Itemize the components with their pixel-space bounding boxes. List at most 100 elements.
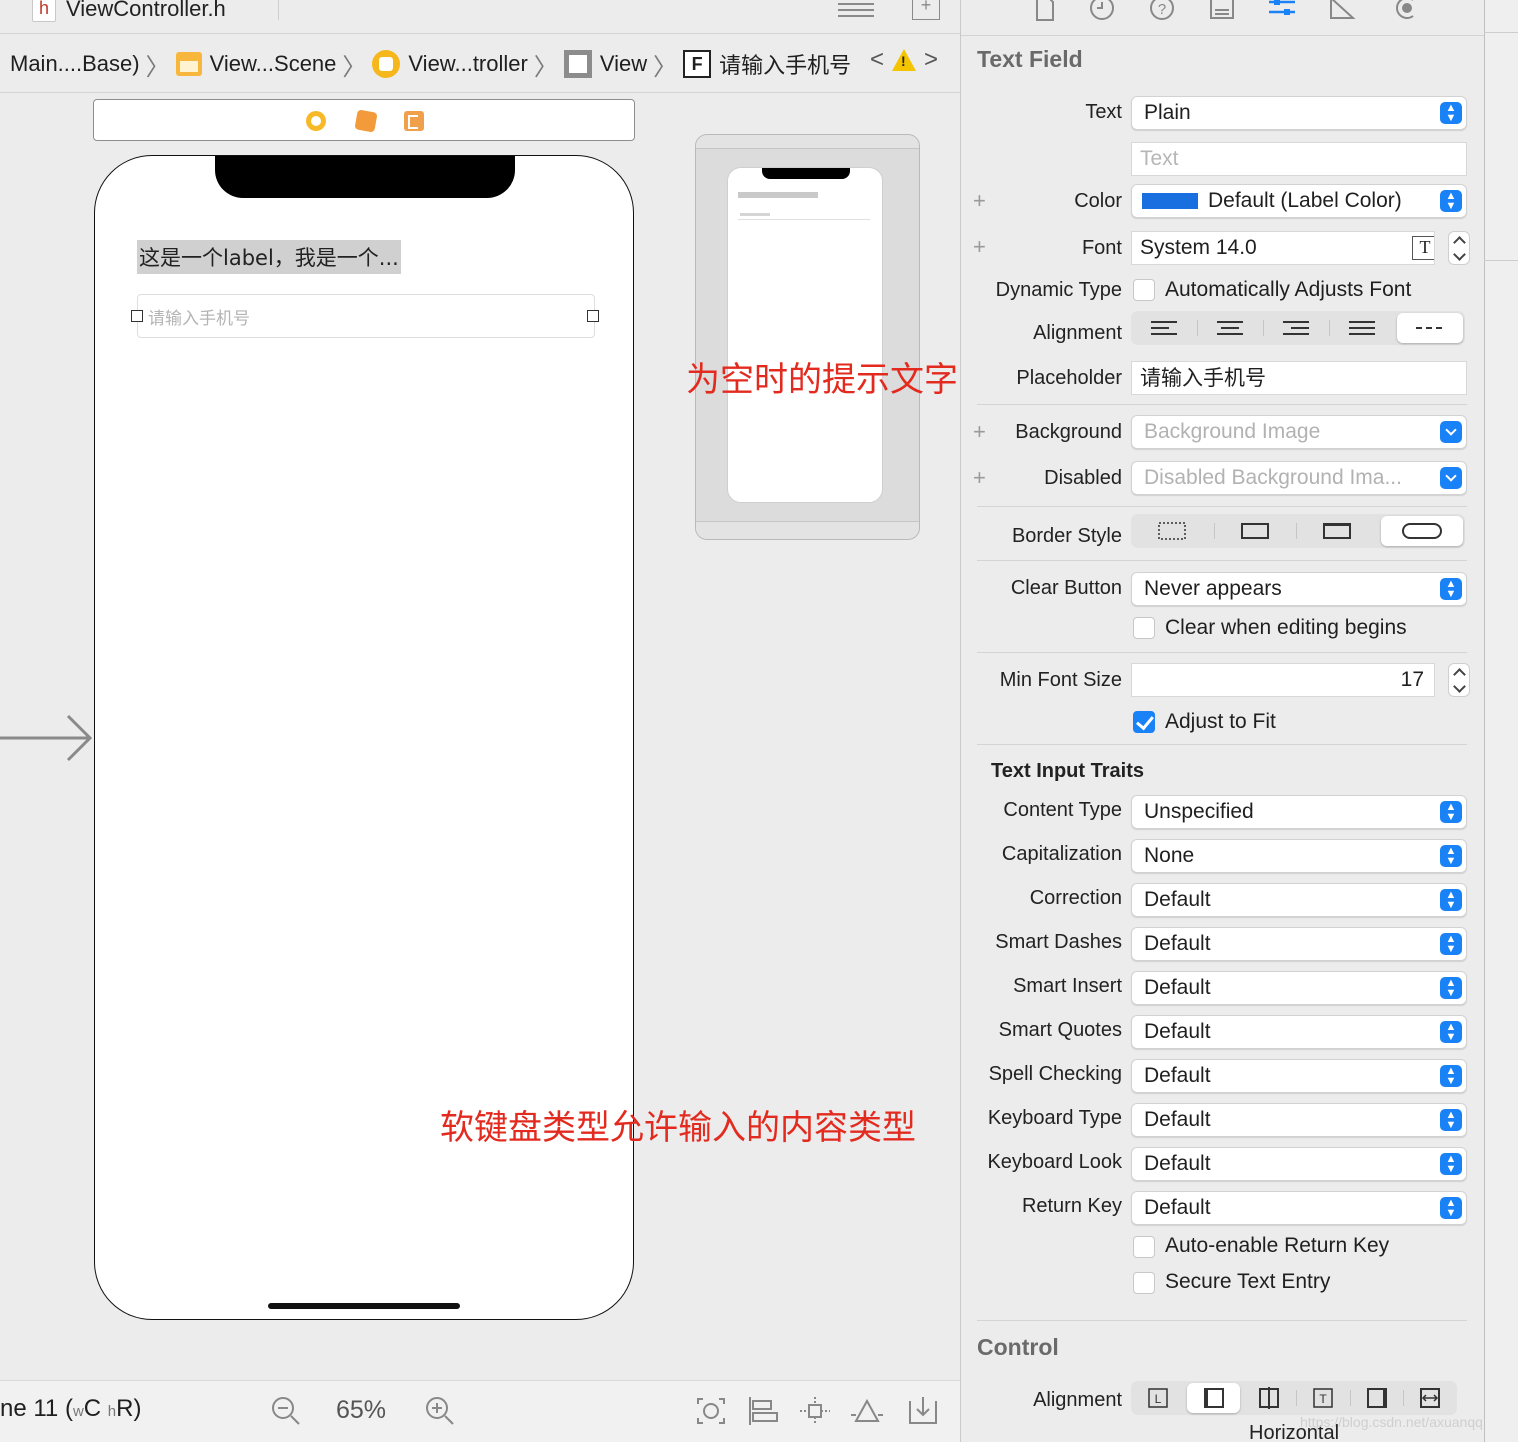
clear-when-editing-checkbox[interactable] (1133, 617, 1155, 639)
device-config-button[interactable]: ne 11 (wC hR) (0, 1395, 141, 1423)
background-image-value: Background Image (1144, 420, 1321, 443)
background-label: Background (1015, 421, 1122, 443)
control-align-center-icon[interactable] (1242, 1383, 1296, 1413)
preview-bottom-bar (696, 521, 919, 539)
breadcrumb-item-text-field[interactable]: F 请输入手机号 (683, 48, 851, 80)
file-tab-name[interactable]: ViewController.h (66, 0, 226, 22)
separator (977, 652, 1467, 653)
control-align-leading-icon[interactable]: L (1131, 1383, 1185, 1413)
font-picker-icon[interactable]: T (1412, 236, 1434, 260)
auto-adjust-font-checkbox[interactable] (1133, 279, 1155, 301)
smart-quotes-value: Default (1144, 1020, 1211, 1043)
control-align-trailing-icon[interactable]: T (1296, 1383, 1350, 1413)
control-align-right-icon[interactable] (1349, 1383, 1404, 1413)
popup-stepper-icon: ▲ ▼ (1440, 1109, 1462, 1131)
breadcrumb-item-view-controller[interactable]: View...troller (372, 50, 528, 78)
color-label: Color (1074, 190, 1122, 212)
connections-inspector-icon[interactable] (1389, 0, 1419, 22)
color-popup[interactable]: Default (Label Color) ▲ ▼ (1131, 184, 1467, 218)
secure-text-entry-checkbox[interactable] (1133, 1272, 1155, 1294)
embed-in-icon[interactable] (906, 1395, 940, 1427)
align-icon[interactable] (746, 1395, 780, 1427)
add-constraints-icon[interactable] (798, 1395, 832, 1427)
view-controller-icon[interactable] (306, 111, 326, 131)
add-variation-icon[interactable]: + (973, 234, 986, 260)
annotation-placeholder: 为空时的提示文字 (686, 360, 958, 400)
return-key-popup[interactable]: Default ▲ ▼ (1131, 1191, 1467, 1225)
history-inspector-icon[interactable] (1087, 0, 1117, 22)
chevron-left-icon[interactable]: < (870, 46, 884, 74)
breadcrumb-item-scene[interactable]: View...Scene (175, 51, 336, 77)
border-rounded-icon[interactable] (1380, 516, 1463, 546)
spell-checking-popup[interactable]: Default ▲ ▼ (1131, 1059, 1467, 1093)
related-items-icon[interactable] (836, 0, 876, 20)
align-natural-icon[interactable] (1397, 313, 1463, 343)
clear-button-label: Clear Button (1010, 577, 1122, 599)
align-justified-icon[interactable] (1329, 313, 1395, 343)
keyboard-look-popup[interactable]: Default ▲ ▼ (1131, 1147, 1467, 1181)
smart-insert-popup[interactable]: Default ▲ ▼ (1131, 971, 1467, 1005)
add-variation-icon[interactable]: + (973, 465, 986, 491)
font-size-stepper[interactable] (1448, 231, 1470, 265)
zoom-out-icon[interactable] (270, 1395, 302, 1427)
smart-quotes-popup[interactable]: Default ▲ ▼ (1131, 1015, 1467, 1049)
entry-point-arrow-icon[interactable] (0, 712, 95, 764)
zoom-level[interactable]: 65% (336, 1396, 386, 1425)
auto-enable-return-checkbox[interactable] (1133, 1236, 1155, 1258)
min-font-size-field[interactable]: 17 (1131, 663, 1435, 697)
resize-handle-right[interactable] (587, 310, 599, 322)
control-align-fill-icon[interactable] (1403, 1383, 1457, 1413)
align-right-icon[interactable] (1263, 313, 1329, 343)
separator (977, 506, 1467, 507)
clear-button-popup[interactable]: Never appears ▲ ▼ (1131, 572, 1467, 606)
border-none-icon[interactable] (1131, 516, 1214, 546)
update-frames-icon[interactable] (694, 1395, 728, 1427)
smart-dashes-popup[interactable]: Default ▲ ▼ (1131, 927, 1467, 961)
exit-icon[interactable] (404, 111, 424, 131)
disabled-image-popup[interactable]: Disabled Background Ima... (1131, 461, 1467, 495)
svg-text:T: T (1319, 1392, 1327, 1406)
canvas-text-field[interactable]: 请输入手机号 (137, 294, 595, 338)
background-image-popup[interactable]: Background Image (1131, 415, 1467, 449)
scene-icon (175, 52, 202, 76)
zoom-in-icon[interactable] (424, 1395, 456, 1427)
resize-handle-left[interactable] (131, 310, 143, 322)
border-line-icon[interactable] (1213, 516, 1297, 546)
correction-label: Correction (1029, 887, 1122, 909)
chevron-right-icon[interactable]: > (924, 46, 938, 74)
align-center-icon[interactable] (1197, 313, 1263, 343)
font-field[interactable]: System 14.0 T (1131, 231, 1435, 265)
file-inspector-icon[interactable] (1029, 0, 1059, 22)
text-type-value: Plain (1144, 101, 1191, 124)
border-bezel-icon[interactable] (1296, 516, 1379, 546)
add-variation-icon[interactable]: + (973, 188, 986, 214)
add-variation-icon[interactable]: + (973, 419, 986, 445)
breadcrumb-item-storyboard[interactable]: Main....Base) (10, 51, 140, 77)
warning-icon[interactable]: ! (892, 49, 917, 71)
breadcrumb-item-view[interactable]: View (563, 50, 647, 78)
secure-text-entry-label: Secure Text Entry (1165, 1270, 1331, 1293)
text-value-field[interactable]: Text (1131, 142, 1467, 176)
keyboard-type-popup[interactable]: Default ▲ ▼ (1131, 1103, 1467, 1137)
keyboard-look-value: Default (1144, 1152, 1211, 1175)
preview-device (727, 167, 883, 503)
add-editor-icon[interactable]: + (912, 0, 940, 20)
capitalization-popup[interactable]: None ▲ ▼ (1131, 839, 1467, 873)
chevron-down-icon (1440, 421, 1462, 443)
resolve-issues-icon[interactable] (850, 1395, 884, 1427)
text-type-popup[interactable]: Plain ▲ ▼ (1131, 96, 1467, 130)
identity-inspector-icon[interactable] (1207, 0, 1237, 22)
min-font-size-stepper[interactable] (1448, 663, 1470, 697)
size-inspector-icon[interactable] (1327, 0, 1357, 22)
first-responder-icon[interactable] (354, 109, 378, 133)
placeholder-field[interactable]: 请输入手机号 (1131, 361, 1467, 395)
align-left-icon[interactable] (1131, 313, 1197, 343)
preview-thumbnail[interactable] (695, 134, 920, 540)
correction-popup[interactable]: Default ▲ ▼ (1131, 883, 1467, 917)
content-type-popup[interactable]: Unspecified ▲ ▼ (1131, 795, 1467, 829)
attributes-inspector-icon[interactable] (1267, 0, 1297, 22)
quick-help-icon[interactable]: ? (1147, 0, 1177, 22)
adjust-to-fit-checkbox[interactable] (1133, 711, 1155, 733)
control-align-left-icon[interactable] (1186, 1383, 1241, 1413)
canvas-label[interactable]: 这是一个label，我是一个... (137, 240, 401, 274)
